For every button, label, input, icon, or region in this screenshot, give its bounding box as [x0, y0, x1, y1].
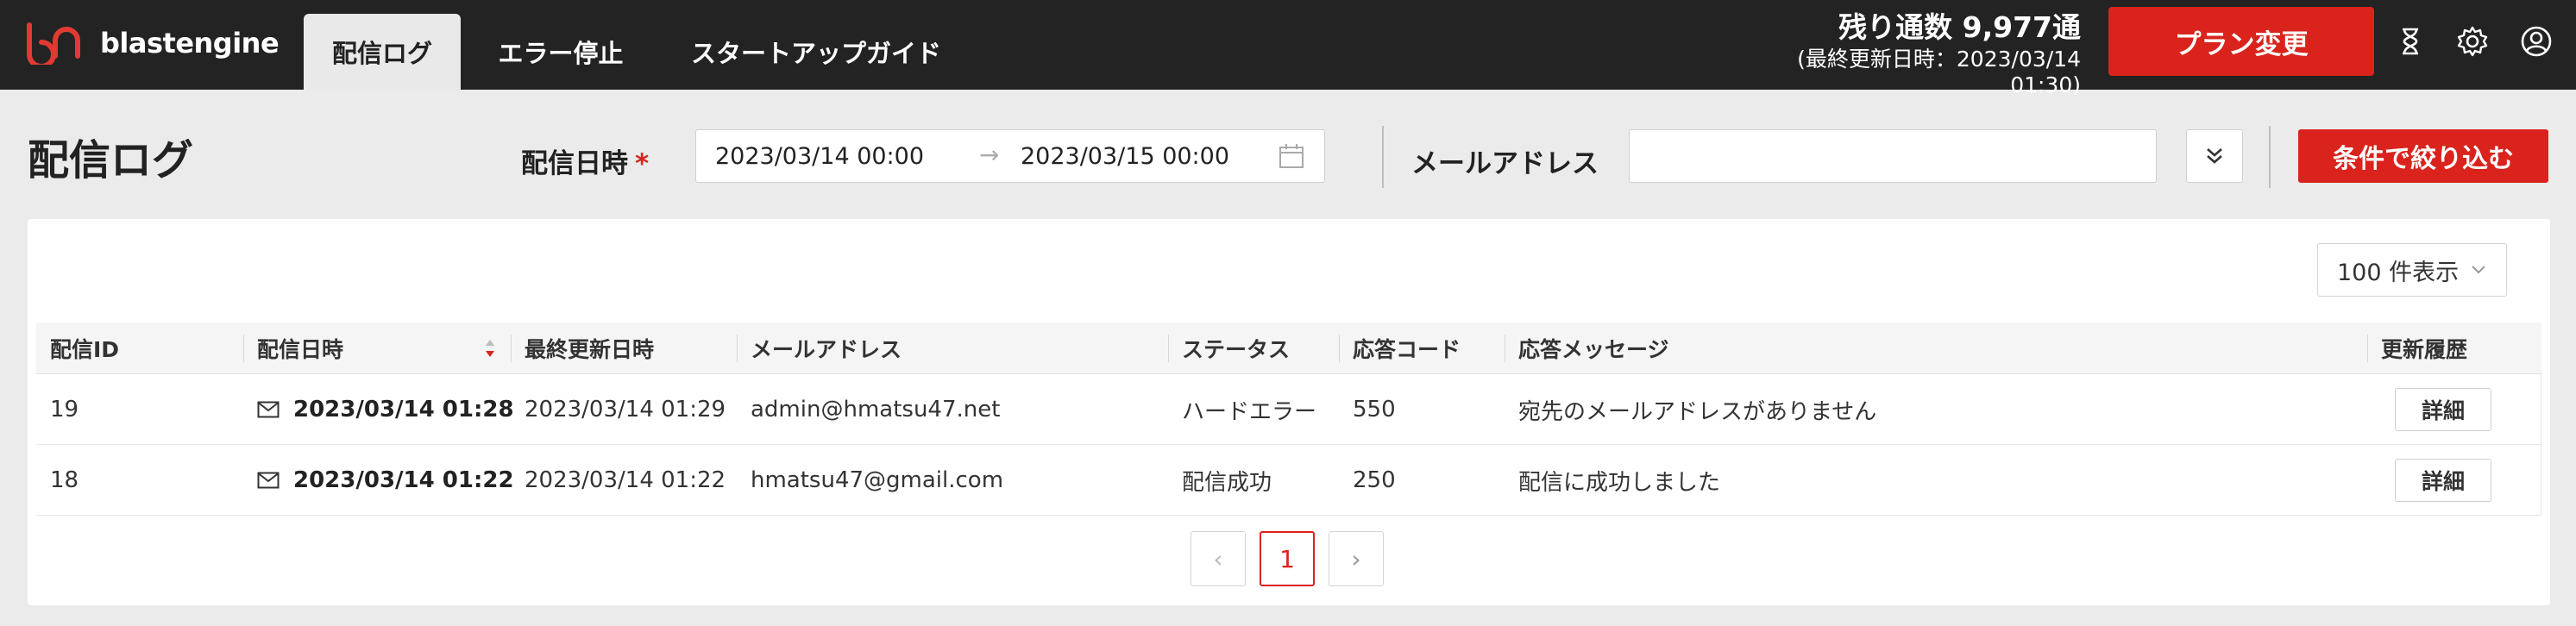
top-navbar: blastengine 配信ログ エラー停止 スタートアップガイド 残り通数 9…: [0, 0, 2576, 97]
column-header-updated-at: 最終更新日時: [511, 322, 737, 374]
remaining-count-label: 残り通数 9,977通: [1838, 10, 2081, 44]
cell-sent-at-value: 2023/03/14 01:28: [293, 397, 514, 423]
page-title: 配信ログ: [28, 136, 194, 185]
per-page-value: 100 件表示: [2337, 259, 2460, 286]
cell-sent-at: 2023/03/14 01:28: [243, 374, 514, 445]
column-header-id: 配信ID: [50, 337, 120, 362]
apply-filter-button[interactable]: 条件で絞り込む: [2298, 129, 2548, 183]
cell-code: 550: [1353, 397, 1396, 423]
cell-id: 19: [50, 397, 79, 423]
arrow-right-icon: →: [979, 141, 1000, 169]
cell-status: ハードエラー: [1182, 398, 1317, 425]
calendar-icon[interactable]: [1278, 142, 1305, 170]
date-from-value[interactable]: 2023/03/14 00:00: [715, 143, 924, 170]
column-header-status: ステータス: [1168, 322, 1339, 374]
per-page-select[interactable]: 100 件表示: [2317, 243, 2507, 297]
cell-code: 250: [1353, 467, 1396, 493]
blastengine-logo-icon: [27, 22, 80, 65]
gear-icon[interactable]: [2455, 24, 2490, 59]
cell-sent-at: 2023/03/14 01:22: [243, 445, 514, 516]
date-range-picker[interactable]: 2023/03/14 00:00 → 2023/03/15 00:00: [695, 129, 1325, 183]
column-header-code: 応答コード: [1339, 322, 1505, 374]
cell-id: 18: [50, 467, 79, 493]
column-header-message: 応答メッセージ: [1505, 322, 2367, 374]
detail-button[interactable]: 詳細: [2395, 388, 2491, 431]
column-header-sent-at[interactable]: 配信日時: [243, 322, 511, 374]
cell-status: 配信成功: [1182, 469, 1272, 496]
email-filter-label: メールアドレス: [1411, 148, 1599, 179]
pagination-page-current[interactable]: 1: [1260, 531, 1315, 586]
required-mark: *: [635, 148, 650, 179]
table-header: 配信ID 配信日時 最終更新日時 メールアドレス ステータス 応答コード 応答メ…: [36, 322, 2541, 374]
tab-startup-guide[interactable]: スタートアップガイド: [671, 14, 961, 90]
user-icon[interactable]: [2519, 24, 2554, 59]
date-filter-label: 配信日時 *: [521, 141, 649, 180]
cell-sent-at-value: 2023/03/14 01:22: [293, 467, 514, 493]
cell-updated-at: 2023/03/14 01:22: [525, 467, 726, 493]
cell-message: 宛先のメールアドレスがありません: [1518, 398, 1877, 425]
last-updated-label: (最終更新日時：2023/03/14 01:30): [1797, 47, 2081, 97]
column-header-history: 更新履歴: [2367, 322, 2541, 374]
double-chevron-down-icon: [2207, 148, 2222, 164]
table-row: 18 2023/03/14 01:22 2023/03/14 01:22 hma…: [36, 445, 2541, 516]
hourglass-icon[interactable]: [2393, 24, 2428, 59]
cell-history: 詳細: [2381, 445, 2491, 516]
remaining-count: 残り通数 9,977通 (最終更新日時：2023/03/14 01:30): [1725, 9, 2081, 98]
expand-filters-button[interactable]: [2186, 129, 2243, 183]
cell-updated-at: 2023/03/14 01:29: [525, 397, 726, 423]
brand-logo[interactable]: blastengine: [24, 17, 280, 69]
column-header-sent-at-label: 配信日時: [257, 337, 344, 362]
table-row: 19 2023/03/14 01:28 2023/03/14 01:29 adm…: [36, 374, 2541, 445]
tab-delivery-log[interactable]: 配信ログ: [304, 14, 461, 90]
filter-divider: [2269, 126, 2271, 188]
cell-email: hmatsu47@gmail.com: [751, 467, 1004, 493]
change-plan-button[interactable]: プラン変更: [2108, 7, 2374, 76]
brand-name: blastengine: [100, 27, 280, 59]
chevron-down-icon: [2472, 266, 2485, 274]
sort-icon[interactable]: [483, 336, 497, 360]
date-to-value[interactable]: 2023/03/15 00:00: [1021, 143, 1229, 170]
tab-error-stop[interactable]: エラー停止: [481, 14, 640, 90]
column-header-email: メールアドレス: [737, 322, 1168, 374]
cell-email: admin@hmatsu47.net: [751, 397, 1001, 423]
mail-icon: [257, 401, 280, 418]
mail-icon: [257, 472, 280, 489]
pagination-prev-button[interactable]: ‹: [1191, 531, 1246, 586]
cell-history: 詳細: [2381, 374, 2491, 445]
delivery-log-table: 配信ID 配信日時 最終更新日時 メールアドレス ステータス 応答コード 応答メ…: [36, 322, 2541, 516]
date-filter-label-text: 配信日時: [521, 148, 628, 179]
email-filter-input[interactable]: [1629, 129, 2157, 183]
cell-message: 配信に成功しました: [1518, 469, 1721, 496]
pagination-next-button[interactable]: ›: [1329, 531, 1384, 586]
detail-button[interactable]: 詳細: [2395, 459, 2491, 502]
delivery-log-card: 100 件表示 配信ID 配信日時 最終更新日時 メールアドレス ステータス 応…: [28, 219, 2550, 605]
filter-divider: [1382, 126, 1384, 188]
